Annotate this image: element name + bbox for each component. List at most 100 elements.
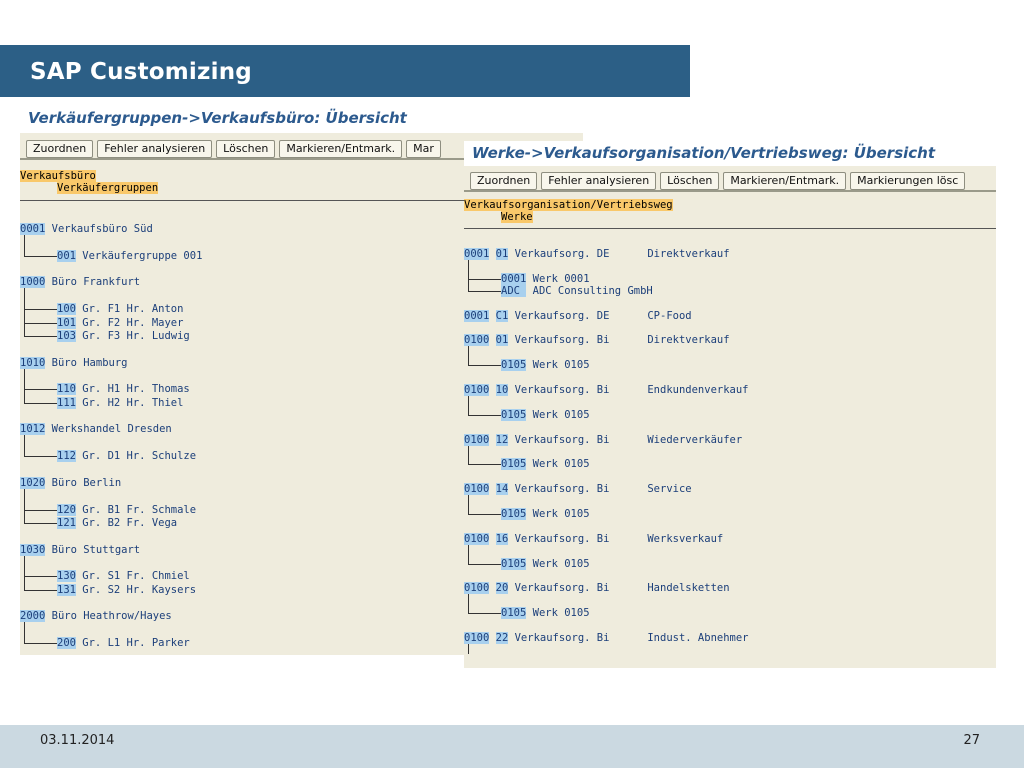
delete-button[interactable]: Löschen: [216, 140, 276, 158]
delete-button[interactable]: Löschen: [660, 172, 720, 190]
tree-connector: [468, 594, 469, 614]
channel-name: Werksverkauf: [647, 532, 724, 545]
sales-group-row[interactable]: 121 Gr. B2 Fr. Vega: [57, 516, 177, 529]
sales-org-row[interactable]: 0100 01 Verkaufsorg. Bi Direktverkauf: [464, 334, 730, 347]
plant-name: Werk 0105: [526, 458, 590, 471]
sales-office-row[interactable]: 1020 Büro Berlin: [20, 476, 121, 489]
sales-group-row[interactable]: 112 Gr. D1 Hr. Schulze: [57, 450, 196, 463]
tree-connector: [468, 396, 469, 415]
assign-button[interactable]: Zuordnen: [26, 140, 94, 158]
channel-name: CP-Food: [647, 309, 692, 322]
office-name: Büro Heathrow/Hayes: [45, 610, 172, 623]
channel-code: 01: [495, 334, 509, 347]
legend-level-1: Verkaufsorganisation/Vertriebsweg: [464, 199, 673, 211]
tree-connector: [468, 278, 501, 280]
sales-org-row[interactable]: 0100 12 Verkaufsorg. Bi Wiederverkäufer: [464, 433, 743, 446]
slide-title: SAP Customizing: [30, 59, 252, 85]
sales-group-row[interactable]: 130 Gr. S1 Fr. Chmiel: [57, 570, 190, 583]
slide-date: 03.11.2014: [40, 733, 115, 748]
channel-name: Wiederverkäufer: [647, 433, 743, 446]
sales-org-row[interactable]: 0100 20 Verkaufsorg. Bi Handelsketten: [464, 582, 730, 595]
sales-office-row[interactable]: 0001 Verkaufsbüro Süd: [20, 223, 153, 235]
plant-row[interactable]: 0105 Werk 0105: [501, 557, 590, 570]
tree-connector: [24, 555, 25, 590]
channel-name: Direktverkauf: [647, 334, 730, 347]
org-name: Verkaufsorg. Bi: [508, 582, 648, 595]
analyze-errors-button[interactable]: Fehler analysieren: [97, 140, 213, 158]
group-code: 130: [57, 570, 76, 583]
group-code: 121: [57, 516, 76, 529]
plant-row[interactable]: 0105 Werk 0105: [501, 408, 590, 421]
tree-connector: [24, 322, 57, 324]
sales-org-row[interactable]: 0100 10 Verkaufsorg. Bi Endkundenverkauf: [464, 384, 749, 396]
plant-row[interactable]: ADC ADC Consulting GmbH: [501, 284, 653, 297]
sales-group-row[interactable]: 131 Gr. S2 Hr. Kaysers: [57, 583, 196, 596]
sales-group-row[interactable]: 103 Gr. F3 Hr. Ludwig: [57, 329, 190, 342]
sales-org-row[interactable]: 0100 16 Verkaufsorg. Bi Werksverkauf: [464, 532, 724, 545]
tree-connector: [468, 563, 501, 565]
sales-office-row[interactable]: 1010 Büro Hamburg: [20, 356, 127, 369]
group-name: Gr. S1 Fr. Chmiel: [75, 570, 190, 583]
tree-connector: [468, 260, 469, 291]
sales-group-row[interactable]: 101 Gr. F2 Hr. Mayer: [57, 316, 183, 329]
org-name: Verkaufsorg. DE: [508, 309, 648, 322]
plant-code: 0105: [501, 508, 527, 520]
sales-org-row[interactable]: 0100 14 Verkaufsorg. Bi Service: [464, 483, 692, 496]
sales-group-row[interactable]: 001 Verkäufergruppe 001: [57, 249, 203, 262]
channel-code: 12: [495, 433, 509, 446]
tree-connector: [24, 589, 57, 591]
sales-office-row[interactable]: 1030 Büro Stuttgart: [20, 543, 140, 556]
delete-marks-button[interactable]: Markierungen lösc: [850, 172, 966, 190]
sales-group-row[interactable]: 100 Gr. F1 Hr. Anton: [57, 303, 183, 316]
office-code: 1012: [20, 423, 46, 436]
sales-org-row[interactable]: 0001 C1 Verkaufsorg. DE CP-Food: [464, 309, 692, 322]
tree-connector: [24, 456, 57, 458]
sales-group-row[interactable]: 120 Gr. B1 Fr. Schmale: [57, 503, 196, 516]
tree-connector: [24, 509, 57, 511]
assign-button[interactable]: Zuordnen: [470, 172, 538, 190]
org-code: 0100: [464, 582, 490, 595]
select-deselect-button[interactable]: Markieren/Entmark.: [279, 140, 403, 158]
plant-row[interactable]: 0105 Werk 0105: [501, 458, 590, 471]
page-number: 27: [963, 733, 980, 748]
office-code: 2000: [20, 610, 46, 623]
plant-name: Werk 0001: [526, 272, 590, 285]
sales-office-row[interactable]: 1000 Büro Frankfurt: [20, 276, 141, 289]
sales-group-row[interactable]: 111 Gr. H2 Hr. Thiel: [57, 396, 183, 409]
tree-connector: [468, 414, 501, 416]
group-code: 112: [57, 450, 76, 463]
sales-group-row[interactable]: 200 Gr. L1 Hr. Parker: [57, 637, 190, 650]
group-code: 110: [57, 383, 76, 396]
group-name: Verkäufergruppe 001: [75, 249, 203, 262]
sales-group-row[interactable]: 110 Gr. H1 Hr. Thomas: [57, 383, 190, 396]
plant-row[interactable]: 0001 Werk 0001: [501, 272, 590, 285]
sales-org-row[interactable]: 0100 22 Verkaufsorg. Bi Indust. Abnehmer: [464, 632, 749, 644]
tree-connector: [24, 389, 57, 391]
analyze-errors-button[interactable]: Fehler analysieren: [541, 172, 657, 190]
plant-row[interactable]: 0105 Werk 0105: [501, 607, 590, 620]
office-name: Büro Frankfurt: [45, 276, 141, 289]
mark-button[interactable]: Mar: [406, 140, 441, 158]
sales-office-row[interactable]: 1012 Werkshandel Dresden: [20, 423, 172, 436]
org-code: 0001: [464, 248, 490, 260]
tree-connector: [24, 435, 25, 457]
org-code: 0100: [464, 632, 490, 644]
org-name: Verkaufsorg. Bi: [508, 334, 648, 347]
group-code: 101: [57, 316, 76, 329]
plant-row[interactable]: 0105 Werk 0105: [501, 359, 590, 372]
sales-org-row[interactable]: 0001 01 Verkaufsorg. DE Direktverkauf: [464, 248, 730, 260]
org-name: Verkaufsorg. Bi: [508, 483, 648, 496]
group-name: Gr. F3 Hr. Ludwig: [75, 329, 190, 342]
select-deselect-button[interactable]: Markieren/Entmark.: [723, 172, 847, 190]
tree-connector: [468, 290, 501, 292]
tree-connector: [24, 522, 57, 524]
office-code: 1010: [20, 356, 46, 369]
sales-office-row[interactable]: 2000 Büro Heathrow/Hayes: [20, 610, 172, 623]
tree-connector: [24, 622, 25, 644]
legend-level-1: Verkaufsbüro: [20, 170, 96, 182]
tree-connector: [468, 346, 469, 366]
plant-row[interactable]: 0105 Werk 0105: [501, 508, 590, 520]
